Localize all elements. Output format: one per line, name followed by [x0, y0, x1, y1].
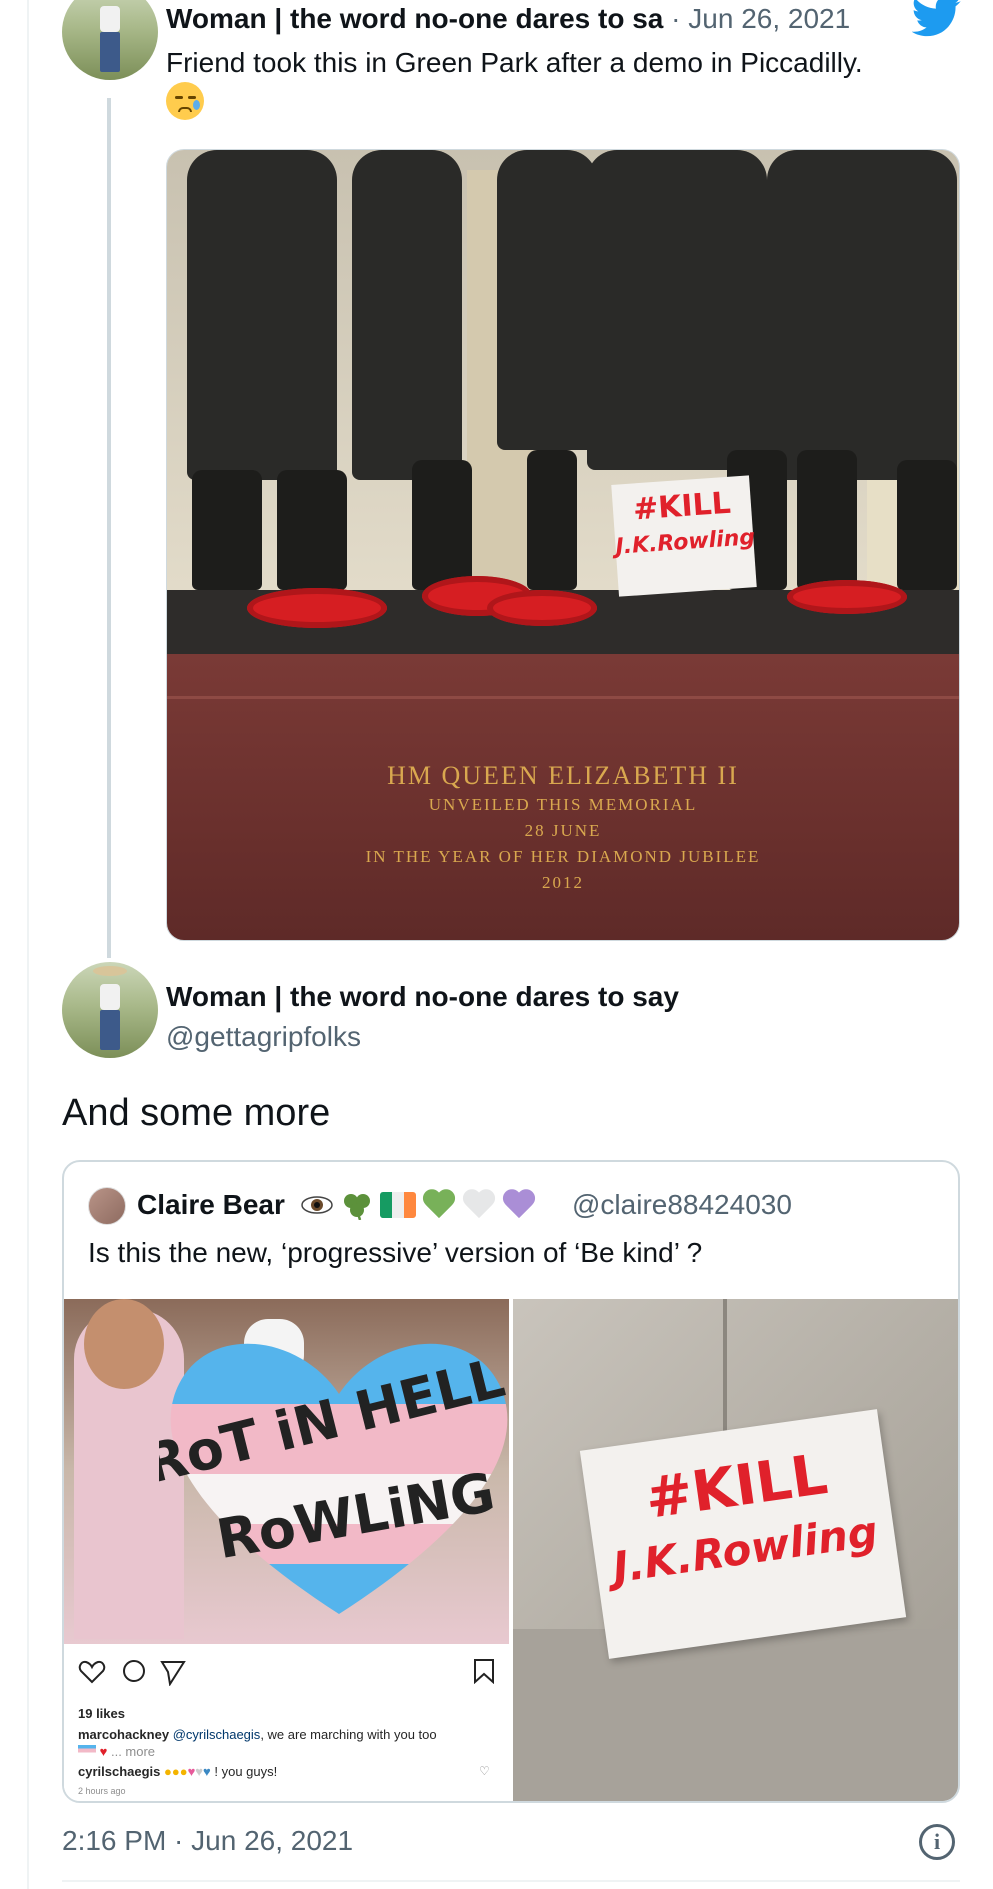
ig-comment1-mention: @cyrilschaegis [172, 1727, 261, 1742]
tweet1-date[interactable]: Jun 26, 2021 [688, 3, 850, 34]
tweet2-author-name[interactable]: Woman | the word no-one dares to say [166, 978, 679, 1016]
author-avatar[interactable] [62, 0, 158, 80]
statue-boot [897, 460, 957, 590]
info-icon[interactable]: i [919, 1824, 955, 1860]
trans-flag-emoji-icon [78, 1745, 96, 1756]
sign-line1: #KILL [631, 485, 732, 528]
instagram-caption-area: 19 likes marcohackney @cyrilschaegis, we… [64, 1644, 509, 1801]
tweet2-text: And some more [62, 1092, 331, 1134]
white-heart-small-icon: ♥ [195, 1764, 204, 1779]
shamrock-emoji-icon [344, 1194, 370, 1220]
tweet1-separator: · [663, 3, 689, 34]
share-icon [160, 1661, 186, 1686]
ig-more-link: ... more [110, 1744, 156, 1759]
like-icon [78, 1660, 106, 1684]
red-heart-emoji-icon: ♥ [99, 1744, 108, 1759]
trans-flag-heart-banner: RoT iN HELL RoWLiNG [159, 1343, 509, 1614]
ig-comment1-text: , we are marching with you too [260, 1727, 437, 1742]
quoted-image-instagram-screenshot[interactable]: RoT iN HELL RoWLiNG 19 likes marcohackne… [64, 1299, 511, 1801]
memorial-inscription: HM QUEEN ELIZABETH II UNVEILED THIS MEMO… [167, 760, 959, 896]
kill-rowling-sign: #KILL J.K.Rowling [611, 475, 757, 597]
ig-posted-ago: 2 hours ago [78, 1786, 126, 1796]
statue-boot [797, 450, 857, 590]
ig-likes: 19 likes [78, 1706, 125, 1721]
sign-line2: J.K.Rowling [614, 525, 756, 560]
quoted-author-name[interactable]: Claire Bear [137, 1186, 285, 1224]
poppy-wreath [247, 588, 387, 628]
purple-heart-emoji-icon [502, 1190, 536, 1220]
avatar-hat [93, 966, 127, 976]
plinth-groove [167, 696, 959, 699]
ig-comment2-text: ! you guys! [214, 1764, 278, 1779]
clap-emoji-icon: ●●● [164, 1764, 188, 1779]
statue-boot [412, 460, 472, 590]
statue-figure [497, 150, 597, 450]
tweet1-photo-memorial[interactable]: #KILL J.K.Rowling HM QUEEN ELIZABETH II … [166, 149, 960, 941]
tweet1-text-body: Friend took this in Green Park after a d… [166, 47, 863, 78]
instagram-action-icons [78, 1660, 186, 1686]
quoted-author-handle[interactable]: @claire88424030 [572, 1186, 792, 1224]
quoted-tweet-card[interactable]: Claire Bear @claire88424030 Is this the … [62, 1160, 960, 1803]
stone-step [513, 1629, 958, 1801]
ig-comment2: cyrilschaegis ●●●♥♥♥ ! you guys! [78, 1764, 277, 1779]
author-avatar-main[interactable] [62, 962, 158, 1058]
left-divider [27, 0, 29, 1889]
thread-connector-line [107, 98, 111, 958]
avatar-figure-top [100, 6, 120, 32]
white-heart-emoji-icon [462, 1190, 496, 1220]
avatar-figure-legs [100, 32, 120, 72]
bottom-divider [62, 1880, 960, 1882]
inscription-line5: 2012 [542, 873, 584, 892]
poppy-wreath [787, 580, 907, 614]
tweet2-author-handle[interactable]: @gettagripfolks [166, 1018, 361, 1056]
tweet1-header: Woman | the word no-one dares to sa · Ju… [166, 0, 850, 38]
crying-face-emoji [166, 82, 204, 120]
inscription-line3: 28 JUNE [524, 821, 602, 840]
tweet1-text: Friend took this in Green Park after a d… [166, 44, 946, 122]
quoted-tweet-text: Is this the new, ‘progressive’ version o… [88, 1237, 703, 1268]
inscription-line4: IN THE YEAR OF HER DIAMOND JUBILEE [365, 847, 761, 866]
inscription-line1: HM QUEEN ELIZABETH II [387, 761, 739, 790]
tweet2-timestamp[interactable]: 2:16 PM · Jun 26, 2021 [62, 1822, 353, 1860]
poppy-wreath [487, 590, 597, 626]
avatar-figure-legs [100, 1010, 120, 1050]
bookmark-icon [474, 1659, 494, 1684]
quoted-author-emojis [300, 1186, 536, 1224]
person-face [84, 1299, 164, 1389]
quoted-author-avatar[interactable] [88, 1187, 126, 1225]
statue-figure [587, 150, 767, 470]
avatar-figure-top [100, 984, 120, 1010]
statue-boot [527, 450, 577, 590]
statue-boot [277, 470, 347, 590]
ig-comment2-user: cyrilschaegis [78, 1764, 161, 1779]
tweet1-author-name[interactable]: Woman | the word no-one dares to sa [166, 3, 663, 34]
inscription-line2: UNVEILED THIS MEMORIAL [428, 795, 698, 814]
statue-figure [187, 150, 337, 480]
ireland-flag-emoji-icon [380, 1192, 416, 1218]
ig-heart-small-icon: ♡ [479, 1764, 490, 1778]
statue-figure [352, 150, 462, 480]
comment-icon [123, 1660, 145, 1682]
ig-comment1: marcohackney @cyrilschaegis, we are marc… [78, 1726, 498, 1760]
blue-heart-emoji-icon: ♥ [203, 1764, 211, 1779]
ig-comment1-user: marcohackney [78, 1727, 170, 1742]
twitter-bird-icon[interactable] [912, 0, 962, 38]
eye-emoji-icon [301, 1196, 333, 1214]
statue-figure [767, 150, 957, 480]
quoted-image-sign-closeup[interactable]: #KILL J.K.Rowling [513, 1299, 958, 1801]
statue-boot [192, 470, 262, 590]
green-heart-emoji-icon [422, 1190, 456, 1220]
kill-rowling-sign-closeup: #KILL J.K.Rowling [579, 1409, 907, 1659]
